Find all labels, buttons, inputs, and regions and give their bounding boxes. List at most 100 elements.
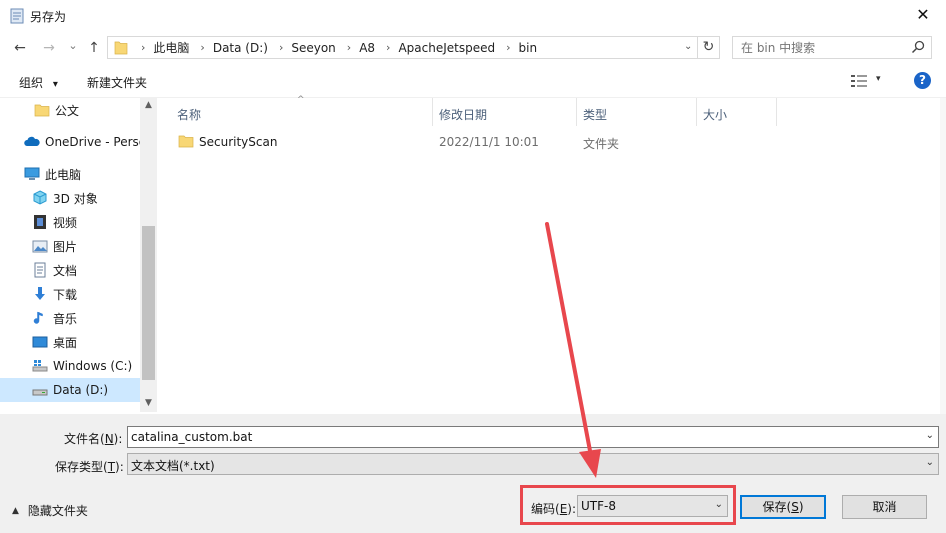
file-list-scrollbar[interactable]: [940, 98, 946, 414]
organize-label: 组织: [19, 76, 44, 90]
column-header-size[interactable]: 大小: [703, 106, 727, 123]
sidebar-item-videos[interactable]: 视频: [0, 210, 140, 234]
computer-icon: [24, 167, 40, 180]
file-name[interactable]: SecurityScan: [199, 135, 277, 149]
sidebar-item-label: 图片: [53, 239, 78, 254]
search-icon[interactable]: [911, 40, 925, 54]
breadcrumb-separator: ›: [141, 41, 146, 54]
sidebar-item-music[interactable]: 音乐: [0, 306, 140, 330]
sidebar-item-label: 3D 对象: [53, 191, 98, 206]
sidebar-item-documents[interactable]: 文档: [0, 258, 140, 282]
filename-field[interactable]: ⌄: [127, 426, 939, 448]
sidebar-item-data-d[interactable]: Data (D:): [0, 378, 140, 402]
help-icon[interactable]: ?: [914, 72, 931, 89]
folder-icon: [114, 41, 128, 55]
breadcrumb-separator[interactable]: ›: [347, 41, 351, 54]
breadcrumb-item-a8[interactable]: A8: [359, 41, 375, 55]
filetype-label: 保存类型(T):: [55, 460, 124, 474]
sidebar-item-label: 音乐: [53, 311, 78, 326]
chevron-down-icon[interactable]: ⌄: [926, 430, 934, 441]
sidebar-item-desktop[interactable]: 桌面: [0, 330, 140, 354]
desktop-icon: [32, 336, 48, 348]
folder-icon: [178, 135, 194, 148]
file-type: 文件夹: [583, 137, 620, 151]
drive-icon: [32, 389, 48, 396]
windows-drive-icon: [32, 360, 48, 372]
breadcrumb-item-bin[interactable]: bin: [519, 41, 538, 55]
chevron-down-icon: ▾: [52, 79, 58, 90]
breadcrumb-item-data-drive[interactable]: Data (D:): [213, 41, 268, 55]
refresh-icon[interactable]: ↻: [698, 36, 720, 59]
save-button[interactable]: 保存(S): [740, 495, 826, 519]
title-bar: 另存为 ✕: [0, 0, 946, 32]
column-header-modified[interactable]: 修改日期: [439, 106, 487, 123]
column-divider[interactable]: [776, 98, 777, 126]
cube-icon: [33, 190, 47, 205]
cloud-icon: [24, 136, 40, 146]
sidebar-item-3d-objects[interactable]: 3D 对象: [0, 186, 140, 210]
breadcrumb: › 此电脑 › Data (D:) › Seeyon › A8 › Apache…: [130, 37, 537, 58]
sort-ascending-icon: ^: [297, 95, 305, 105]
sidebar-item-windows-c[interactable]: Windows (C:): [0, 354, 140, 378]
breadcrumb-item-this-pc[interactable]: 此电脑: [153, 39, 189, 56]
sidebar-item-label: OneDrive - Perso: [45, 135, 140, 149]
address-bar[interactable]: › 此电脑 › Data (D:) › Seeyon › A8 › Apache…: [107, 36, 698, 59]
chevron-down-icon[interactable]: ⌄: [926, 457, 934, 468]
sidebar-scrollbar-thumb[interactable]: [142, 226, 155, 380]
hide-folders-button[interactable]: ▲ 隐藏文件夹: [12, 502, 88, 519]
music-icon: [33, 311, 43, 324]
column-header-type[interactable]: 类型: [583, 106, 607, 123]
address-dropdown-icon[interactable]: ⌄: [684, 41, 692, 52]
column-divider[interactable]: [696, 98, 697, 126]
file-modified: 2022/11/1 10:01: [439, 135, 539, 149]
sidebar-item-this-pc[interactable]: 此电脑: [0, 162, 140, 186]
picture-icon: [32, 240, 48, 253]
sidebar-item-label: 文档: [53, 263, 78, 278]
sidebar-item-label: 视频: [53, 215, 78, 230]
sidebar-item-pictures[interactable]: 图片: [0, 234, 140, 258]
column-divider[interactable]: [432, 98, 433, 126]
scroll-up-icon[interactable]: ▲: [140, 100, 157, 110]
window-title: 另存为: [30, 10, 67, 24]
recent-locations-icon[interactable]: ⌄: [64, 38, 82, 54]
sidebar-item-label: 桌面: [53, 335, 78, 350]
command-bar: 组织 ▾ 新建文件夹: [0, 64, 946, 98]
column-header-name[interactable]: 名称: [177, 106, 201, 123]
sidebar-item-gongwen[interactable]: 公文: [0, 98, 140, 122]
new-folder-button[interactable]: 新建文件夹: [87, 74, 147, 91]
sidebar-item-downloads[interactable]: 下载: [0, 282, 140, 306]
up-arrow-icon[interactable]: ↑: [85, 40, 103, 56]
breadcrumb-separator[interactable]: ›: [386, 41, 390, 54]
organize-button[interactable]: 组织 ▾: [19, 74, 58, 91]
scroll-down-icon[interactable]: ▼: [140, 398, 157, 408]
sidebar-item-label: Data (D:): [53, 383, 109, 397]
forward-arrow-icon[interactable]: →: [40, 40, 58, 56]
breadcrumb-separator[interactable]: ›: [506, 41, 510, 54]
document-icon: [34, 262, 46, 278]
breadcrumb-separator[interactable]: ›: [279, 41, 283, 54]
highlight-box: [520, 485, 736, 525]
search-box[interactable]: [732, 36, 932, 59]
film-icon: [34, 215, 46, 229]
back-arrow-icon[interactable]: ←: [11, 40, 29, 56]
cancel-button[interactable]: 取消: [842, 495, 927, 519]
sidebar-item-label: 此电脑: [45, 167, 82, 182]
view-dropdown-icon[interactable]: ▾: [876, 74, 881, 84]
column-divider[interactable]: [576, 98, 577, 126]
breadcrumb-item-apachejetspeed[interactable]: ApacheJetspeed: [398, 41, 495, 55]
notepad-icon: [10, 8, 24, 24]
breadcrumb-item-seeyon[interactable]: Seeyon: [291, 41, 335, 55]
filename-input[interactable]: [131, 429, 891, 445]
breadcrumb-separator[interactable]: ›: [200, 41, 204, 54]
sidebar-item-onedrive[interactable]: OneDrive - Perso: [0, 130, 140, 154]
filename-label: 文件名(N):: [64, 432, 123, 446]
filetype-select[interactable]: 文本文档(*.txt) ⌄: [127, 453, 939, 475]
close-icon[interactable]: ✕: [900, 0, 946, 32]
sidebar-item-label: 下载: [53, 287, 78, 302]
sidebar-item-label: 公文: [55, 103, 80, 118]
view-options-icon[interactable]: [851, 74, 867, 88]
chevron-up-icon: ▲: [12, 505, 19, 516]
folder-icon: [34, 104, 50, 117]
search-input[interactable]: [741, 39, 901, 56]
filetype-value: 文本文档(*.txt): [131, 459, 215, 473]
